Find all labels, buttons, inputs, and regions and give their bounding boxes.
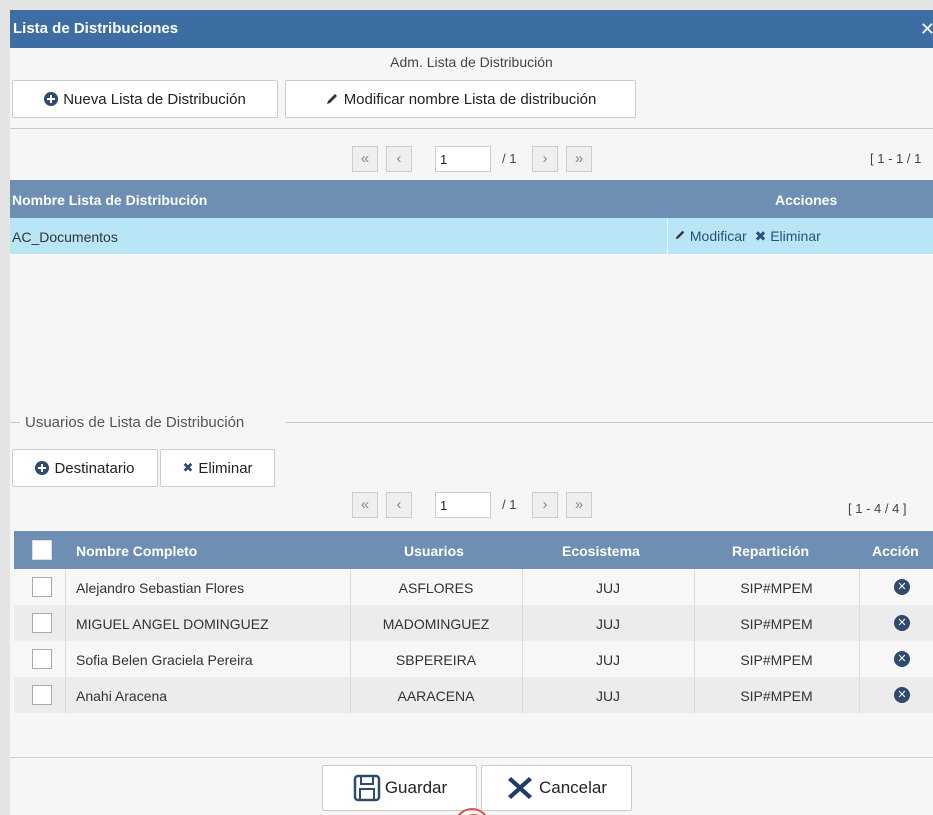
users-range: [ 1 - 4 / 4 ] bbox=[848, 501, 907, 516]
cancel-label: Cancelar bbox=[538, 778, 608, 797]
delete-link[interactable]: ✖ Eliminar bbox=[755, 228, 821, 244]
x-icon bbox=[507, 777, 532, 799]
next-page-button[interactable]: › bbox=[532, 146, 558, 172]
modify-label: Modificar bbox=[689, 228, 747, 244]
table-row[interactable]: Sofia Belen Graciela Pereira SBPEREIRA J… bbox=[14, 641, 933, 677]
table-row[interactable]: Anahi Aracena AARACENA JUJ SIP#MPEM ✕ bbox=[14, 677, 933, 713]
new-list-label: Nueva Lista de Distribución bbox=[63, 90, 246, 108]
dialog-titlebar: Lista de Distribuciones ✕ bbox=[10, 10, 933, 48]
user-login: ASFLORES bbox=[398, 580, 474, 596]
table-row[interactable]: Alejandro Sebastian Flores ASFLORES JUJ … bbox=[14, 569, 933, 605]
save-button[interactable]: Guardar bbox=[322, 765, 477, 811]
new-list-button[interactable]: Nueva Lista de Distribución bbox=[12, 80, 278, 118]
close-icon[interactable]: ✕ bbox=[920, 19, 933, 40]
save-label: Guardar bbox=[384, 778, 448, 797]
lists-table-header: Nombre Lista de Distribución Acciones bbox=[10, 180, 933, 218]
dialog-title: Lista de Distribuciones bbox=[13, 20, 179, 37]
column-header-actions: Acciones bbox=[775, 192, 838, 208]
user-repartition: SIP#MPEM bbox=[740, 580, 813, 596]
delete-label: Eliminar bbox=[770, 228, 821, 244]
cancel-button[interactable]: Cancelar bbox=[481, 765, 632, 811]
distribution-list-dialog: Lista de Distribuciones ✕ Adm. Lista de … bbox=[10, 10, 933, 815]
remove-user-icon[interactable]: ✕ bbox=[894, 615, 910, 631]
user-fullname: Sofia Belen Graciela Pereira bbox=[76, 652, 253, 668]
column-separator bbox=[667, 218, 668, 254]
users-section-legend: Usuarios de Lista de Distribución bbox=[25, 414, 245, 431]
footer-divider bbox=[10, 757, 933, 758]
column-header-ecosystem[interactable]: Ecosistema bbox=[562, 543, 640, 559]
column-header-users[interactable]: Usuarios bbox=[404, 543, 464, 559]
last-page-button[interactable]: » bbox=[566, 146, 592, 172]
add-recipient-label: Destinatario bbox=[54, 459, 135, 477]
row-checkbox[interactable] bbox=[32, 577, 52, 597]
list-name: AC_Documentos bbox=[12, 229, 118, 245]
users-table-header: Nombre Completo Usuarios Ecosistema Repa… bbox=[14, 531, 933, 569]
row-checkbox[interactable] bbox=[32, 613, 52, 633]
add-recipient-button[interactable]: Destinatario bbox=[12, 449, 158, 487]
first-page-button[interactable]: « bbox=[352, 146, 378, 172]
fieldset-line-right bbox=[286, 422, 933, 423]
page-total: / 1 bbox=[502, 497, 517, 512]
user-login: MADOMINGUEZ bbox=[382, 616, 490, 632]
lists-pager: « ‹ / 1 › » bbox=[352, 146, 612, 172]
user-ecosystem: JUJ bbox=[595, 580, 621, 596]
prev-page-button[interactable]: ‹ bbox=[386, 492, 412, 518]
pencil-icon bbox=[675, 230, 685, 240]
remove-user-icon[interactable]: ✕ bbox=[894, 579, 910, 595]
prev-page-button[interactable]: ‹ bbox=[386, 146, 412, 172]
column-header-fullname[interactable]: Nombre Completo bbox=[76, 543, 197, 559]
user-repartition: SIP#MPEM bbox=[740, 652, 813, 668]
users-pager: « ‹ / 1 › » bbox=[352, 492, 612, 518]
remove-user-icon[interactable]: ✕ bbox=[894, 687, 910, 703]
column-header-name[interactable]: Nombre Lista de Distribución bbox=[12, 192, 207, 208]
select-all-checkbox[interactable] bbox=[32, 540, 52, 560]
user-repartition: SIP#MPEM bbox=[740, 688, 813, 704]
user-ecosystem: JUJ bbox=[595, 688, 621, 704]
divider bbox=[10, 128, 933, 129]
table-row[interactable]: MIGUEL ANGEL DOMINGUEZ MADOMINGUEZ JUJ S… bbox=[14, 605, 933, 641]
plus-circle-icon bbox=[35, 461, 50, 475]
delete-users-label: Eliminar bbox=[198, 459, 253, 477]
page-total: / 1 bbox=[502, 151, 517, 166]
user-ecosystem: JUJ bbox=[595, 652, 621, 668]
rename-list-button[interactable]: Modificar nombre Lista de distribución bbox=[285, 80, 636, 118]
row-checkbox[interactable] bbox=[32, 649, 52, 669]
subtitle: Adm. Lista de Distribución bbox=[390, 54, 553, 70]
x-icon: ✖ bbox=[754, 228, 767, 244]
user-ecosystem: JUJ bbox=[595, 616, 621, 632]
page-input[interactable] bbox=[435, 146, 491, 172]
next-page-button[interactable]: › bbox=[532, 492, 558, 518]
last-page-button[interactable]: » bbox=[566, 492, 592, 518]
first-page-button[interactable]: « bbox=[352, 492, 378, 518]
page-input[interactable] bbox=[435, 492, 491, 518]
user-repartition: SIP#MPEM bbox=[740, 616, 813, 632]
fieldset-line-left bbox=[10, 422, 20, 423]
modify-link[interactable]: Modificar bbox=[674, 228, 747, 244]
user-fullname: Alejandro Sebastian Flores bbox=[76, 580, 245, 596]
user-fullname: MIGUEL ANGEL DOMINGUEZ bbox=[76, 616, 269, 632]
save-icon bbox=[353, 774, 381, 802]
lists-range: [ 1 - 1 / 1 bbox=[870, 151, 922, 166]
pencil-icon bbox=[326, 94, 337, 104]
remove-user-icon[interactable]: ✕ bbox=[894, 651, 910, 667]
user-login: AARACENA bbox=[397, 688, 475, 704]
column-header-repartition[interactable]: Repartición bbox=[732, 543, 809, 559]
column-header-action: Acción bbox=[872, 543, 919, 559]
plus-circle-icon bbox=[44, 92, 59, 106]
row-actions: Modificar ✖ Eliminar bbox=[674, 228, 821, 245]
rename-list-label: Modificar nombre Lista de distribución bbox=[343, 90, 597, 108]
x-icon: ✖ bbox=[182, 460, 194, 475]
user-fullname: Anahi Aracena bbox=[76, 688, 168, 704]
row-checkbox[interactable] bbox=[32, 685, 52, 705]
delete-users-button[interactable]: ✖ Eliminar bbox=[160, 449, 275, 487]
table-row[interactable]: AC_Documentos Modificar ✖ Eliminar bbox=[10, 218, 933, 254]
user-login: SBPEREIRA bbox=[395, 652, 477, 668]
